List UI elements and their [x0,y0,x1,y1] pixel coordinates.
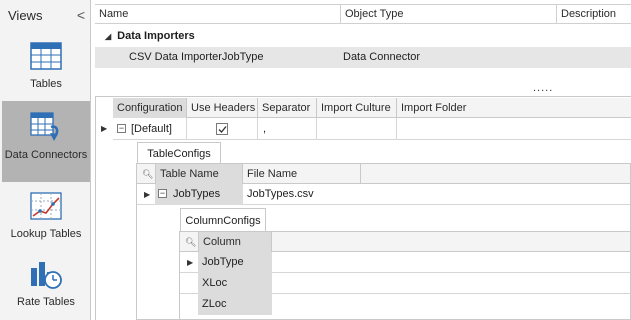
nav-item-tables[interactable]: Tables [2,36,90,96]
splitter-grip[interactable]: ..... [533,82,553,94]
column-config-row[interactable]: ZLoc [180,294,630,315]
collapse-detail-button[interactable]: − [117,124,126,133]
data-connector-icon [30,112,59,141]
table-name-cell[interactable]: − JobTypes [155,184,243,205]
rate-table-icon [31,262,62,289]
row-indicator: ▶ [96,118,113,140]
views-sidebar: Views < Tables Data Connectors Lookup Ta… [0,0,91,320]
object-name-cell[interactable]: CSV Data ImporterJobType [129,47,264,68]
checkmark-icon [218,126,227,133]
column-header-description[interactable]: Description [557,5,631,24]
import-culture-cell[interactable] [317,118,397,140]
table-config-row[interactable]: ▶ − JobTypes JobTypes.csv [137,184,630,205]
column-header-import-folder[interactable]: Import Folder [397,98,631,118]
import-folder-cell[interactable] [397,118,631,140]
nav-item-data-connectors[interactable]: Data Connectors [2,101,90,182]
table-configs-header: 🔍︎ Table Name File Name [137,164,630,184]
table-name-value: JobTypes [173,188,221,200]
table-icon [30,42,62,70]
collapse-triangle-icon[interactable]: ◢ [105,32,111,41]
file-name-cell[interactable]: JobTypes.csv [243,184,361,205]
panel-splitter[interactable]: ..... [93,82,631,94]
tab-column-configs[interactable]: ColumnConfigs [180,208,266,232]
column-configs-panel: 🔍︎ Column Name ▶ JobType XLoc ZLoc [179,231,631,320]
column-header-file-name[interactable]: File Name [243,164,361,184]
group-label: Data Importers [117,30,195,42]
nav-label-rate-tables: Rate Tables [17,296,75,308]
views-title: Views [8,8,43,23]
use-headers-cell[interactable] [187,118,258,140]
column-header-configuration[interactable]: Configuration [113,98,187,118]
column-header-name[interactable]: Name [95,5,341,24]
column-header-import-culture[interactable]: Import Culture [317,98,397,118]
search-icon[interactable]: 🔍︎ [142,169,153,180]
nav-label-lookup-tables: Lookup Tables [10,228,82,240]
nav-label-data-connectors: Data Connectors [4,149,88,161]
object-grid-header: Name Object Type Description [95,4,631,24]
configuration-row[interactable]: − [Default] , [113,118,631,140]
configuration-value: [Default] [131,123,172,135]
use-headers-checkbox[interactable] [216,123,228,135]
nav-label-tables: Tables [30,78,62,90]
nav-item-rate-tables[interactable]: Rate Tables [2,256,90,314]
column-configs-header: 🔍︎ Column Name [180,232,630,268]
column-header-column-name[interactable]: Column Name [198,232,272,268]
main-area: Name Object Type Description ◢ Data Impor… [93,0,631,320]
column-header-object-type[interactable]: Object Type [341,5,557,24]
separator-cell[interactable]: , [258,118,317,140]
column-header-separator[interactable]: Separator [258,98,317,118]
object-type-cell[interactable]: Data Connector [343,47,420,68]
tab-table-configs[interactable]: TableConfigs [137,142,221,164]
row-indicator-icon: ▶ [187,258,194,267]
group-row-data-importers[interactable]: ◢ Data Importers [95,25,631,47]
lookup-table-icon [30,192,62,220]
object-row[interactable]: CSV Data ImporterJobType Data Connector [95,47,631,68]
nav-item-lookup-tables[interactable]: Lookup Tables [2,188,90,244]
row-indicator-icon: ▶ [144,190,151,199]
collapse-detail-button[interactable]: − [158,189,167,198]
column-header-use-headers[interactable]: Use Headers [187,98,258,118]
column-name-cell[interactable]: ZLoc [198,294,272,315]
search-icon[interactable]: 🔍︎ [185,237,196,248]
configuration-cell[interactable]: − [Default] [113,118,187,140]
column-name-cell[interactable]: JobType [198,252,272,273]
column-config-row[interactable]: XLoc [180,273,630,294]
configuration-grid-header: Configuration Use Headers Separator Impo… [113,98,631,118]
column-name-cell[interactable]: XLoc [198,273,272,294]
collapse-sidebar-button[interactable]: < [74,6,88,24]
column-config-row[interactable]: ▶ JobType [180,252,630,273]
column-header-table-name[interactable]: Table Name [155,164,243,184]
row-indicator-icon: ▶ [101,124,108,133]
